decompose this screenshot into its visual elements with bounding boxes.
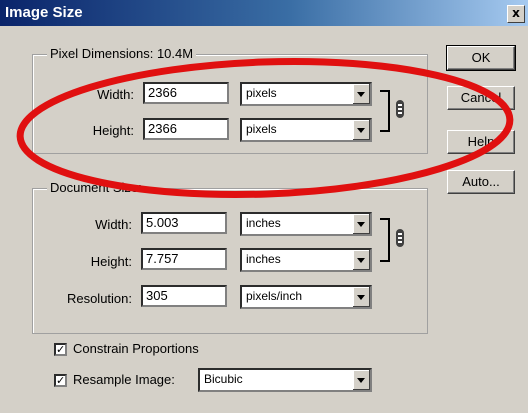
document-width-unit-select[interactable]: inches (240, 212, 372, 236)
pixel-dimensions-size: 10.4M (156, 46, 194, 61)
auto-button[interactable]: Auto... (447, 170, 515, 194)
checkmark-icon: ✓ (56, 374, 66, 387)
pixel-height-unit-select[interactable]: pixels (240, 118, 372, 142)
pixel-height-unit-value: pixels (246, 122, 277, 136)
resolution-unit-select[interactable]: pixels/inch (240, 285, 372, 309)
document-height-input[interactable]: 7.757 (141, 248, 227, 270)
pixel-width-unit-value: pixels (246, 86, 277, 100)
close-button[interactable]: x (507, 5, 525, 23)
document-size-legend: Document Size: (47, 180, 145, 195)
document-height-unit-select[interactable]: inches (240, 248, 372, 272)
resolution-unit-value: pixels/inch (246, 289, 303, 303)
chevron-down-icon (352, 287, 370, 307)
help-button[interactable]: Help (447, 130, 515, 154)
window-title: Image Size (5, 4, 83, 21)
pixel-width-input[interactable]: 2366 (143, 82, 229, 104)
chevron-down-icon (352, 120, 370, 140)
close-icon: x (512, 6, 520, 20)
pixel-height-input[interactable]: 2366 (143, 118, 229, 140)
pixel-height-label: Height: (92, 123, 134, 138)
resample-image-checkbox[interactable]: ✓ (54, 374, 67, 387)
document-width-label: Width: (95, 217, 132, 232)
ok-button[interactable]: OK (446, 45, 516, 71)
pixel-link-bracket (380, 90, 390, 132)
chevron-down-icon (352, 370, 370, 390)
resample-method-select[interactable]: Bicubic (198, 368, 372, 392)
resample-method-value: Bicubic (204, 372, 243, 386)
document-height-unit-value: inches (246, 252, 281, 266)
constrain-proportions-checkbox[interactable]: ✓ (54, 343, 67, 356)
document-height-label: Height: (90, 254, 132, 269)
document-width-input[interactable]: 5.003 (141, 212, 227, 234)
dialog-body: Pixel Dimensions: 10.4M Width: 2366 pixe… (0, 26, 528, 413)
pixel-width-label: Width: (97, 87, 134, 102)
document-link-bracket (380, 218, 390, 262)
checkmark-icon: ✓ (56, 343, 66, 356)
constrain-proportions-label[interactable]: Constrain Proportions (73, 341, 199, 356)
document-width-unit-value: inches (246, 216, 281, 230)
resolution-label: Resolution: (66, 291, 132, 306)
chevron-down-icon (352, 250, 370, 270)
resolution-input[interactable]: 305 (141, 285, 227, 307)
chevron-down-icon (352, 84, 370, 104)
titlebar[interactable]: Image Size x (0, 0, 528, 26)
pixel-dimensions-legend: Pixel Dimensions: 10.4M (47, 46, 197, 61)
resample-image-label[interactable]: Resample Image: (73, 372, 175, 387)
pixel-width-unit-select[interactable]: pixels (240, 82, 372, 106)
cancel-button[interactable]: Cancel (447, 86, 515, 110)
chain-link-icon (396, 229, 404, 247)
chain-link-icon (396, 100, 404, 118)
chevron-down-icon (352, 214, 370, 234)
